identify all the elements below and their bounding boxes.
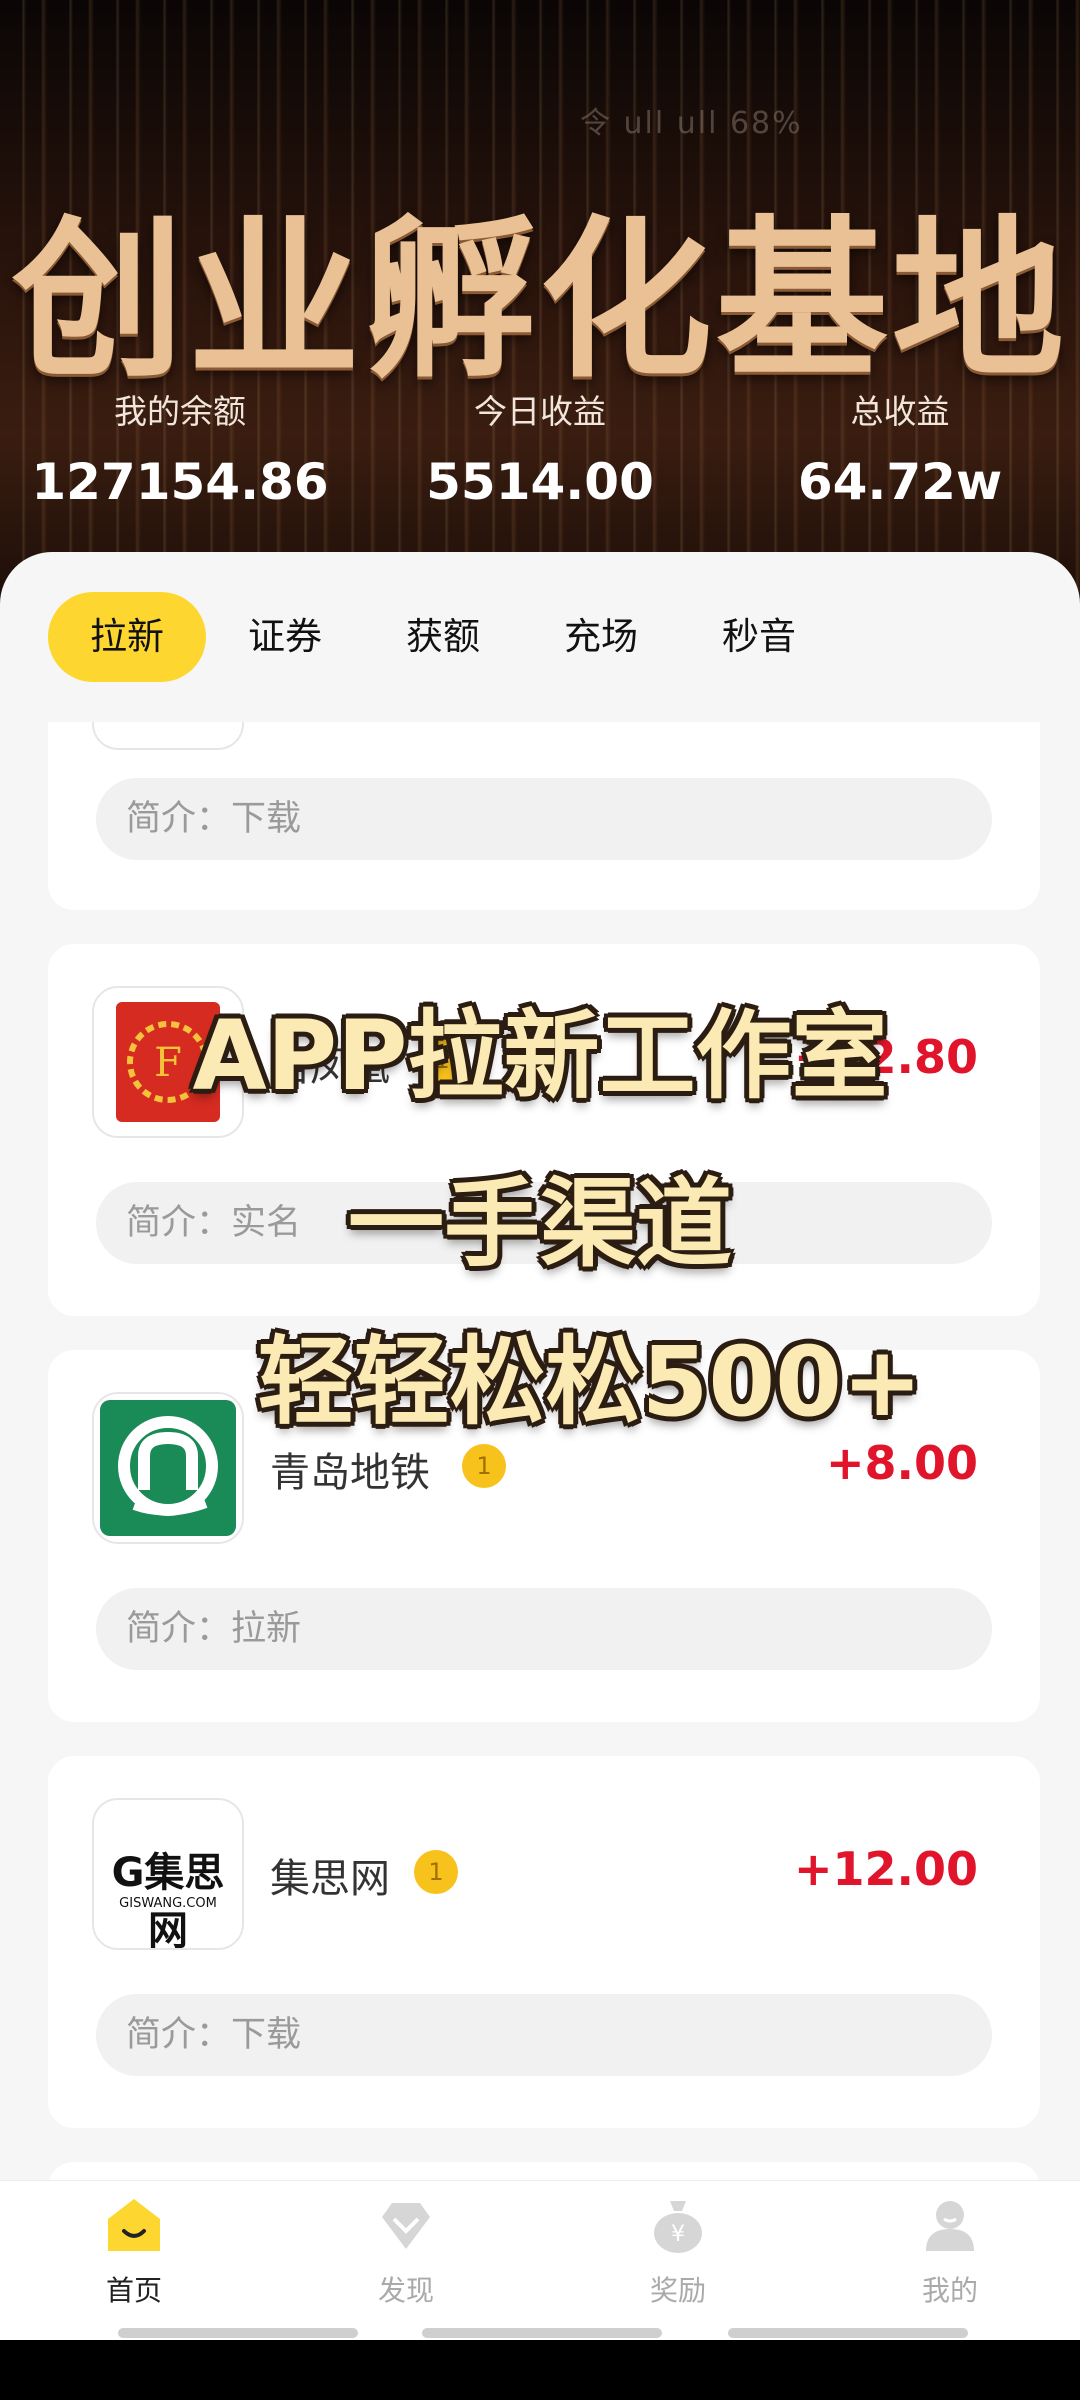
gesture-bar — [728, 2328, 968, 2338]
gesture-bar — [422, 2328, 662, 2338]
app-icon-subtext: GISWANG.COM — [119, 1896, 217, 1911]
level-badge: 1 — [462, 1444, 506, 1488]
app-icon-jisiwang: G集思网 GISWANG.COM — [92, 1798, 244, 1950]
stat-value: 5514.00 — [426, 453, 654, 511]
nav-discover[interactable]: 发现 — [306, 2195, 506, 2309]
main-panel: 拉新 证券 获额 充场 秒音 简介：下载 F 君凤凰 1 +12.80 简介：实… — [0, 552, 1080, 2382]
home-icon — [104, 2195, 164, 2255]
header-banner: 令 ull ull 68% 创业孵化基地 我的余额 127154.86 今日收益… — [0, 0, 1080, 620]
bottom-nav: 首页 发现 ¥ 奖励 我的 — [0, 2180, 1080, 2341]
tab-securities[interactable]: 证券 — [206, 592, 364, 682]
nav-label: 发现 — [377, 2274, 434, 2307]
task-card[interactable]: 简介：下载 — [48, 722, 1040, 910]
task-description: 简介：拉新 — [96, 1588, 992, 1670]
stat-balance: 我的余额 127154.86 — [30, 385, 330, 511]
reward-icon: ¥ — [648, 2195, 708, 2255]
reward-amount: +12.00 — [793, 1842, 978, 1896]
stat-label: 我的余额 — [114, 392, 246, 431]
app-icon — [92, 722, 244, 750]
overlay-line-1: APP拉新工作室 — [192, 1000, 888, 1112]
profile-icon — [920, 2195, 980, 2255]
category-tabs: 拉新 证券 获额 充场 秒音 — [48, 592, 838, 682]
tab-venue[interactable]: 充场 — [522, 592, 680, 682]
discover-icon — [376, 2195, 436, 2255]
bottom-letterbox — [0, 2340, 1080, 2400]
stat-total-income: 总收益 64.72w — [750, 385, 1050, 511]
stat-label: 今日收益 — [474, 392, 606, 431]
app-name: 青岛地铁 — [270, 1450, 430, 1496]
app-name: 集思网 — [270, 1856, 390, 1902]
app-icon-text: G集思网 — [111, 1850, 225, 1950]
level-badge: 1 — [414, 1850, 458, 1894]
nav-label: 首页 — [105, 2274, 162, 2307]
status-bar: 令 ull ull 68% — [580, 106, 803, 141]
overlay-line-2: 一手渠道 — [348, 1168, 732, 1280]
svg-text:¥: ¥ — [671, 2222, 685, 2247]
stat-value: 127154.86 — [31, 453, 329, 511]
nav-label: 奖励 — [649, 2274, 706, 2307]
task-card[interactable]: G集思网 GISWANG.COM 集思网 1 +12.00 简介：下载 — [48, 1756, 1040, 2128]
task-description: 简介：下载 — [96, 778, 992, 860]
nav-reward[interactable]: ¥ 奖励 — [578, 2195, 778, 2309]
task-list: 简介：下载 F 君凤凰 1 +12.80 简介：实名 青岛地铁 1 +8.00 … — [0, 722, 1080, 2322]
stat-value: 64.72w — [797, 453, 1003, 511]
tab-laxin[interactable]: 拉新 — [48, 592, 206, 682]
stat-label: 总收益 — [850, 392, 950, 431]
stat-today-income: 今日收益 5514.00 — [390, 385, 690, 511]
nav-home[interactable]: 首页 — [34, 2195, 234, 2309]
overlay-line-3: 轻轻松松500+ — [257, 1326, 923, 1438]
hero-title: 创业孵化基地 — [12, 198, 1068, 401]
nav-label: 我的 — [921, 2274, 978, 2307]
tab-quota[interactable]: 获额 — [364, 592, 522, 682]
reward-amount: +8.00 — [825, 1436, 978, 1490]
nav-profile[interactable]: 我的 — [850, 2195, 1050, 2309]
gesture-bar — [118, 2328, 358, 2338]
task-description: 简介：下载 — [96, 1994, 992, 2076]
tab-miaoyin[interactable]: 秒音 — [680, 592, 838, 682]
